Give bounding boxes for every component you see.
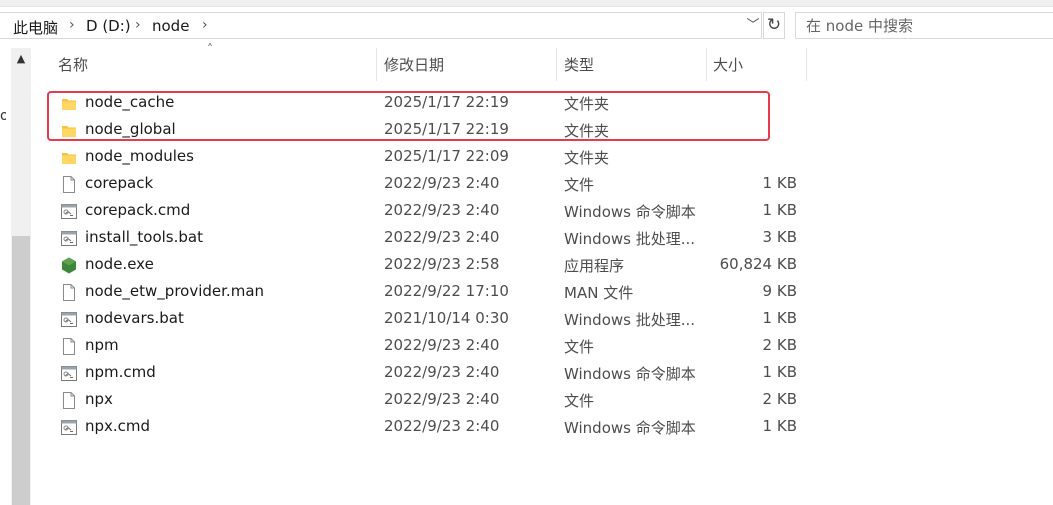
file-type: 文件 [564, 392, 595, 410]
script-icon [61, 419, 77, 436]
file-row[interactable]: npx.cmd 2022/9/23 2:40 Windows 命令脚本 1 KB [49, 414, 806, 441]
file-icon [61, 284, 77, 301]
file-size: 1 KB [762, 417, 797, 435]
window-top-strip [0, 0, 1053, 7]
navigation-pane-partial-label[interactable]: or [0, 108, 6, 124]
file-size: 1 KB [762, 174, 797, 192]
file-type: Windows 命令脚本 [564, 365, 696, 383]
file-size: 9 KB [762, 282, 797, 300]
highlight-annotation-box [47, 91, 770, 141]
file-type: Windows 命令脚本 [564, 419, 696, 437]
file-size: 2 KB [762, 390, 797, 408]
column-divider[interactable] [806, 48, 807, 81]
file-name[interactable]: node.exe [85, 255, 154, 273]
column-header-size[interactable]: 大小 [713, 50, 743, 81]
file-icon [61, 392, 77, 409]
file-date: 2022/9/23 2:40 [384, 417, 500, 435]
nodejs-icon [61, 257, 77, 274]
file-date: 2022/9/22 17:10 [384, 282, 509, 300]
file-size: 3 KB [762, 228, 797, 246]
breadcrumb-node[interactable]: node [152, 17, 189, 35]
file-row[interactable]: corepack 2022/9/23 2:40 文件 1 KB [49, 171, 806, 198]
script-icon [61, 230, 77, 247]
file-row[interactable]: nodevars.bat 2021/10/14 0:30 Windows 批处理..… [49, 306, 806, 333]
file-name[interactable]: npx.cmd [85, 417, 150, 435]
file-date: 2022/9/23 2:40 [384, 336, 500, 354]
file-name[interactable]: corepack [85, 174, 153, 192]
script-icon [61, 203, 77, 220]
file-date: 2025/1/17 22:09 [384, 147, 509, 165]
file-size: 1 KB [762, 201, 797, 219]
file-name[interactable]: install_tools.bat [85, 228, 203, 246]
file-name[interactable]: npm.cmd [85, 363, 156, 381]
scroll-up-arrow-icon[interactable]: ▲ [11, 48, 31, 70]
file-row[interactable]: node_modules 2025/1/17 22:09 文件夹 [49, 144, 806, 171]
file-row[interactable]: npm 2022/9/23 2:40 文件 2 KB [49, 333, 806, 360]
breadcrumb-separator[interactable]: › [135, 17, 141, 33]
file-date: 2021/10/14 0:30 [384, 309, 509, 327]
column-header-type[interactable]: 类型 [564, 50, 594, 81]
file-type: 应用程序 [564, 257, 625, 275]
file-name[interactable]: node_etw_provider.man [85, 282, 264, 300]
file-date: 2022/9/23 2:40 [384, 201, 500, 219]
sort-ascending-icon: ˄ [207, 42, 213, 56]
file-date: 2022/9/23 2:58 [384, 255, 500, 273]
breadcrumb-drive-d[interactable]: D (D:) [86, 17, 131, 35]
column-header-date[interactable]: 修改日期 [384, 50, 444, 81]
file-row[interactable]: node.exe 2022/9/23 2:58 应用程序 60,824 KB [49, 252, 806, 279]
file-row[interactable]: corepack.cmd 2022/9/23 2:40 Windows 命令脚本 1 … [49, 198, 806, 225]
file-type: 文件 [564, 176, 595, 194]
column-divider[interactable] [556, 48, 557, 81]
file-icon [61, 338, 77, 355]
file-date: 2022/9/23 2:40 [384, 363, 500, 381]
file-size: 1 KB [762, 309, 797, 327]
file-type: MAN 文件 [564, 284, 634, 302]
file-date: 2022/9/23 2:40 [384, 228, 500, 246]
file-type: Windows 批处理... [564, 311, 696, 329]
breadcrumb-this-pc[interactable]: 此电脑 [13, 17, 58, 38]
file-row[interactable]: npm.cmd 2022/9/23 2:40 Windows 命令脚本 1 KB [49, 360, 806, 387]
navigation-pane-scrollbar[interactable]: ▲ [11, 48, 31, 505]
file-row[interactable]: install_tools.bat 2022/9/23 2:40 Windows 批… [49, 225, 806, 252]
folder-icon [61, 149, 77, 166]
scrollbar-thumb[interactable] [12, 236, 30, 505]
file-row[interactable]: node_etw_provider.man 2022/9/22 17:10 MAN … [49, 279, 806, 306]
search-input[interactable] [795, 12, 1053, 39]
file-size: 2 KB [762, 336, 797, 354]
file-name[interactable]: node_modules [85, 147, 194, 165]
file-icon [61, 176, 77, 193]
file-date: 2022/9/23 2:40 [384, 174, 500, 192]
column-divider[interactable] [376, 48, 377, 81]
file-size: 1 KB [762, 363, 797, 381]
address-history-dropdown-icon[interactable]: ﹀ [745, 14, 761, 38]
file-name[interactable]: corepack.cmd [85, 201, 190, 219]
address-bar[interactable]: 此电脑 › D (D:) › node › [0, 12, 762, 39]
refresh-icon[interactable]: ↻ [763, 12, 785, 39]
breadcrumb-separator[interactable]: › [69, 17, 75, 33]
script-icon [61, 365, 77, 382]
file-type: 文件 [564, 338, 595, 356]
column-header-name[interactable]: 名称 [58, 50, 88, 81]
file-name[interactable]: nodevars.bat [85, 309, 184, 327]
breadcrumb-separator[interactable]: › [202, 17, 208, 33]
file-type: 文件夹 [564, 149, 610, 167]
file-type: Windows 命令脚本 [564, 203, 696, 221]
file-size: 60,824 KB [719, 255, 797, 273]
file-date: 2022/9/23 2:40 [384, 390, 500, 408]
file-type: Windows 批处理... [564, 230, 696, 248]
file-name[interactable]: npm [85, 336, 119, 354]
script-icon [61, 311, 77, 328]
file-row[interactable]: npx 2022/9/23 2:40 文件 2 KB [49, 387, 806, 414]
file-name[interactable]: npx [85, 390, 113, 408]
column-divider[interactable] [706, 48, 707, 81]
